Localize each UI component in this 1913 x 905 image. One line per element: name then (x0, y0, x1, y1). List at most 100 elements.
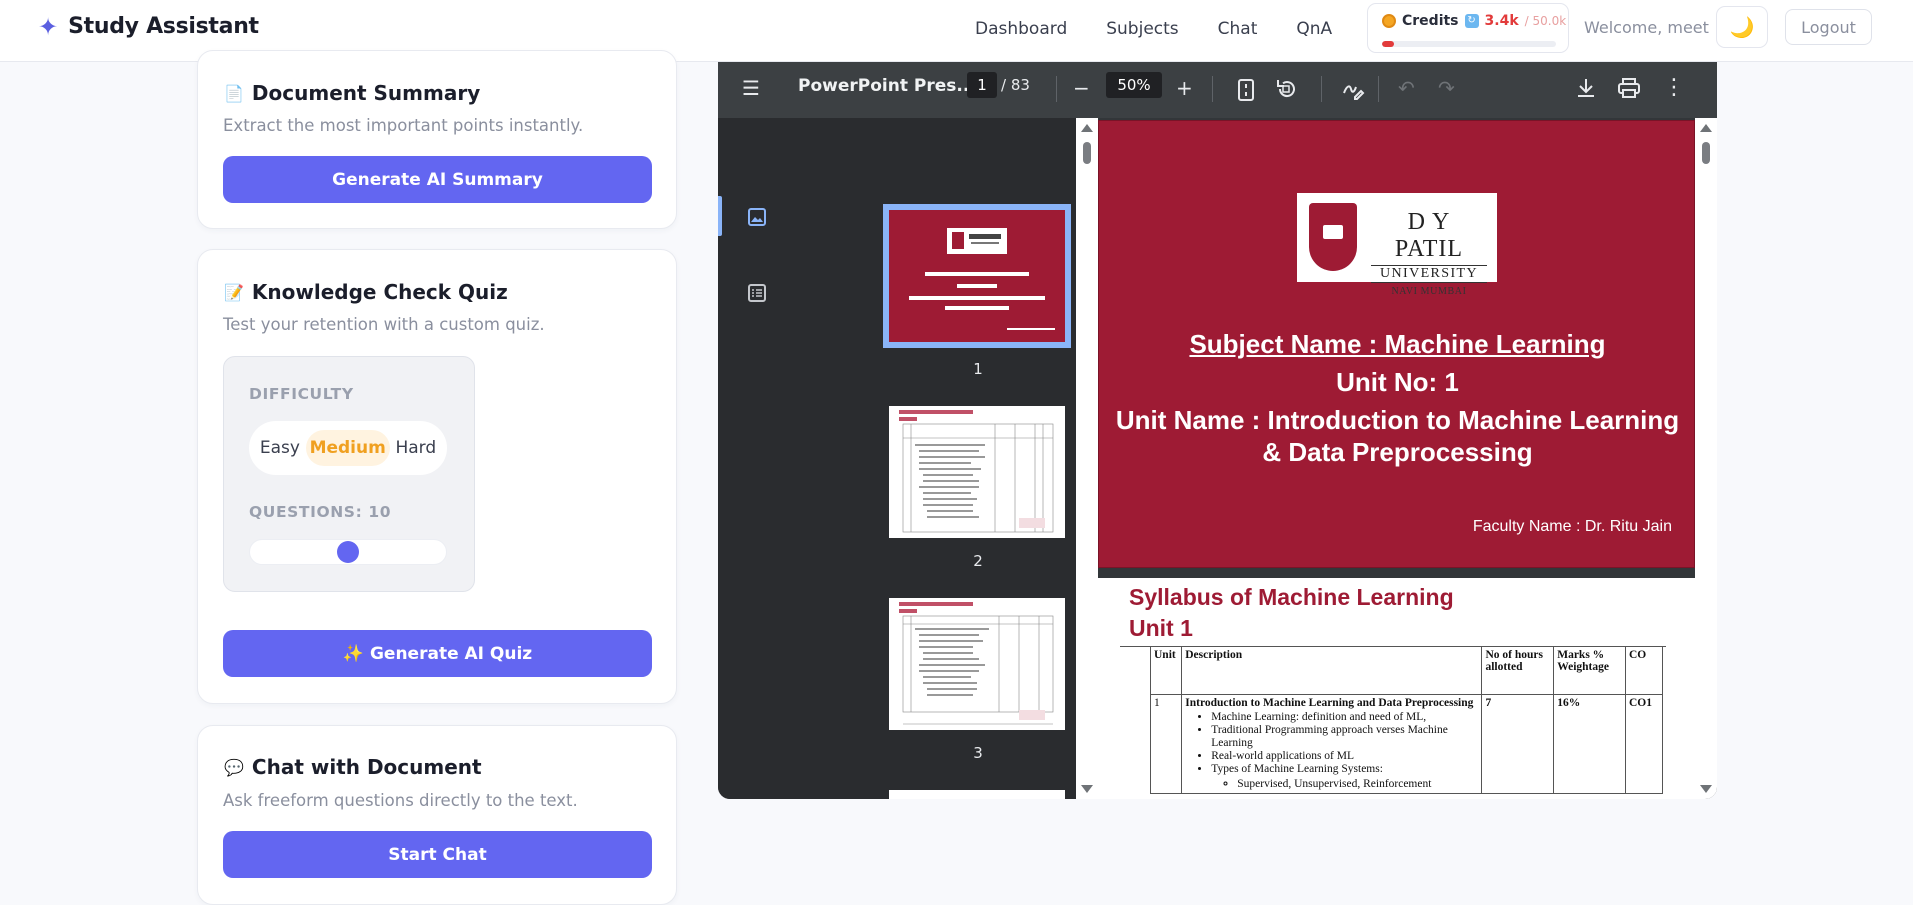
thumbnail-page-4[interactable] (889, 790, 1065, 799)
credits-label: Credits (1402, 13, 1459, 29)
moon-icon: 🌙 (1729, 16, 1755, 39)
logo-line-1: D Y PATIL (1394, 209, 1464, 262)
brand-name: Study Assistant (68, 14, 259, 39)
syllabus-title: Syllabus of Machine Learning (1129, 584, 1454, 610)
difficulty-medium[interactable]: Medium (305, 430, 390, 466)
thumbnail-page-3[interactable] (889, 598, 1065, 730)
row-heading: Introduction to Machine Learning and Dat… (1185, 697, 1474, 709)
main-nav: Dashboard Subjects Chat QnA (975, 19, 1332, 39)
col-unit: Unit (1149, 646, 1183, 695)
chat-title: Chat with Document (251, 755, 482, 779)
col-hours: No of hours allotted (1481, 646, 1555, 695)
main-scroll-thumb[interactable] (1702, 142, 1710, 164)
zoom-in-icon[interactable]: + (1176, 78, 1193, 98)
quiz-options-panel: DIFFICULTY Easy Medium Hard QUESTIONS: 1… (223, 356, 475, 592)
quiz-desc: Test your retention with a custom quiz. (223, 315, 545, 334)
download-icon[interactable] (1575, 76, 1597, 103)
undo-icon[interactable]: ↶ (1398, 78, 1415, 98)
page-number-input[interactable] (967, 72, 997, 98)
nav-qna[interactable]: QnA (1296, 19, 1332, 39)
zoom-out-icon[interactable]: − (1073, 78, 1090, 98)
thumbnail-panel: 1 2 3 (778, 118, 1078, 799)
rotate-icon[interactable] (1274, 77, 1298, 104)
scroll-up-arrow-icon[interactable] (1700, 124, 1712, 132)
generate-summary-button[interactable]: Generate AI Summary (223, 156, 652, 203)
scroll-up-arrow-icon[interactable] (1081, 124, 1093, 132)
scroll-down-arrow-icon[interactable] (1700, 785, 1712, 793)
pdf-page-2: Syllabus of Machine Learning Unit 1 Unit… (1098, 578, 1695, 799)
thumbnail-number-2: 2 (973, 552, 983, 570)
generate-quiz-label: Generate AI Quiz (369, 643, 533, 664)
chat-desc: Ask freeform questions directly to the t… (223, 791, 578, 810)
difficulty-label: DIFFICULTY (249, 385, 354, 403)
credits-progress-bar (1382, 41, 1556, 47)
quiz-title: Knowledge Check Quiz (251, 280, 508, 304)
annotate-icon[interactable] (1341, 77, 1365, 104)
nav-chat[interactable]: Chat (1218, 19, 1258, 39)
brand[interactable]: ✦ Study Assistant (38, 14, 259, 39)
quiz-card: 📝 Knowledge Check Quiz Test your retenti… (197, 249, 677, 704)
summary-title: Document Summary (251, 81, 481, 105)
start-chat-button[interactable]: Start Chat (223, 831, 652, 878)
col-description: Description (1181, 646, 1483, 695)
slide-unit-name-1: Unit Name : Introduction to Machine Lear… (1115, 405, 1680, 435)
nav-subjects[interactable]: Subjects (1106, 19, 1178, 39)
cell-co: CO1 (1625, 694, 1663, 794)
cell-description: Introduction to Machine Learning and Dat… (1181, 694, 1483, 794)
zoom-level[interactable]: 50% (1106, 72, 1162, 98)
pdf-toolbar: ☰ PowerPoint Pres... / 83 − 50% + ↶ ↷ ⋮ (718, 62, 1717, 118)
coin-icon (1382, 14, 1396, 28)
thumbnail-page-1[interactable] (883, 204, 1071, 348)
generate-quiz-button[interactable]: ✨ Generate AI Quiz (223, 630, 652, 677)
thumbnail-page-2[interactable] (889, 406, 1065, 538)
list-item: Types of Machine Learning Systems: Super… (1211, 763, 1478, 791)
logout-button[interactable]: Logout (1785, 9, 1872, 45)
shield-icon (1309, 203, 1357, 271)
university-logo: D Y PATIL UNIVERSITY NAVI MUMBAI (1297, 193, 1497, 297)
syllabus-table: Unit Description No of hours allotted Ma… (1149, 646, 1663, 794)
thumbnail-scrollbar[interactable] (1076, 118, 1098, 799)
list-item: Traditional Programming approach verses … (1211, 724, 1478, 750)
speech-bubble-icon: 💬 (224, 757, 244, 777)
memo-icon: 📝 (224, 282, 244, 302)
thumbnail-number-3: 3 (973, 744, 983, 762)
cell-marks: 16% (1553, 694, 1626, 794)
menu-icon[interactable]: ☰ (742, 78, 760, 98)
chat-card: 💬 Chat with Document Ask freeform questi… (197, 725, 677, 905)
thumbnails-tab-icon[interactable] (748, 208, 768, 228)
difficulty-selector: Easy Medium Hard (249, 421, 447, 475)
slide-subject: Subject Name : Machine Learning (1189, 329, 1606, 359)
print-icon[interactable] (1617, 76, 1641, 103)
slider-thumb[interactable] (337, 541, 359, 563)
thumbnail-scroll-thumb[interactable] (1083, 142, 1091, 164)
nav-dashboard[interactable]: Dashboard (975, 19, 1067, 39)
table-row: 1 Introduction to Machine Learning and D… (1149, 694, 1663, 794)
logo-line-2: UNIVERSITY (1371, 265, 1487, 283)
logo-line-3: NAVI MUMBAI (1391, 286, 1467, 297)
refresh-icon[interactable]: ↻ (1464, 14, 1479, 28)
outline-tab-icon[interactable] (748, 284, 768, 304)
list-item: Supervised, Unsupervised, Reinforcement (1237, 778, 1478, 791)
document-icon: 📄 (224, 83, 244, 103)
scroll-down-arrow-icon[interactable] (1081, 785, 1093, 793)
fit-page-icon[interactable] (1238, 79, 1254, 104)
redo-icon[interactable]: ↷ (1438, 78, 1455, 98)
document-title: PowerPoint Pres... (798, 76, 976, 96)
summary-desc: Extract the most important points instan… (223, 116, 584, 135)
credits-total: / 50.0k (1524, 14, 1567, 28)
slide-unit-name-2: & Data Preprocessing (1262, 437, 1533, 467)
thumbnail-number-1: 1 (973, 360, 983, 378)
summary-card: 📄 Document Summary Extract the most impo… (197, 50, 677, 229)
difficulty-hard[interactable]: Hard (391, 430, 440, 466)
viewer-sidebar-strip (718, 118, 778, 799)
difficulty-easy[interactable]: Easy (256, 430, 304, 466)
slide-faculty: Faculty Name : Dr. Ritu Jain (1472, 518, 1672, 535)
questions-slider[interactable] (249, 539, 447, 565)
list-item: Machine Learning: definition and need of… (1211, 711, 1478, 724)
syllabus-unit: Unit 1 (1129, 615, 1193, 641)
more-options-icon[interactable]: ⋮ (1663, 77, 1685, 99)
theme-toggle-button[interactable]: 🌙 (1716, 6, 1768, 48)
slide-unit-no: Unit No: 1 (1336, 367, 1459, 397)
pdf-page-1: D Y PATIL UNIVERSITY NAVI MUMBAI Subject… (1098, 120, 1695, 568)
main-scrollbar[interactable] (1695, 118, 1717, 799)
